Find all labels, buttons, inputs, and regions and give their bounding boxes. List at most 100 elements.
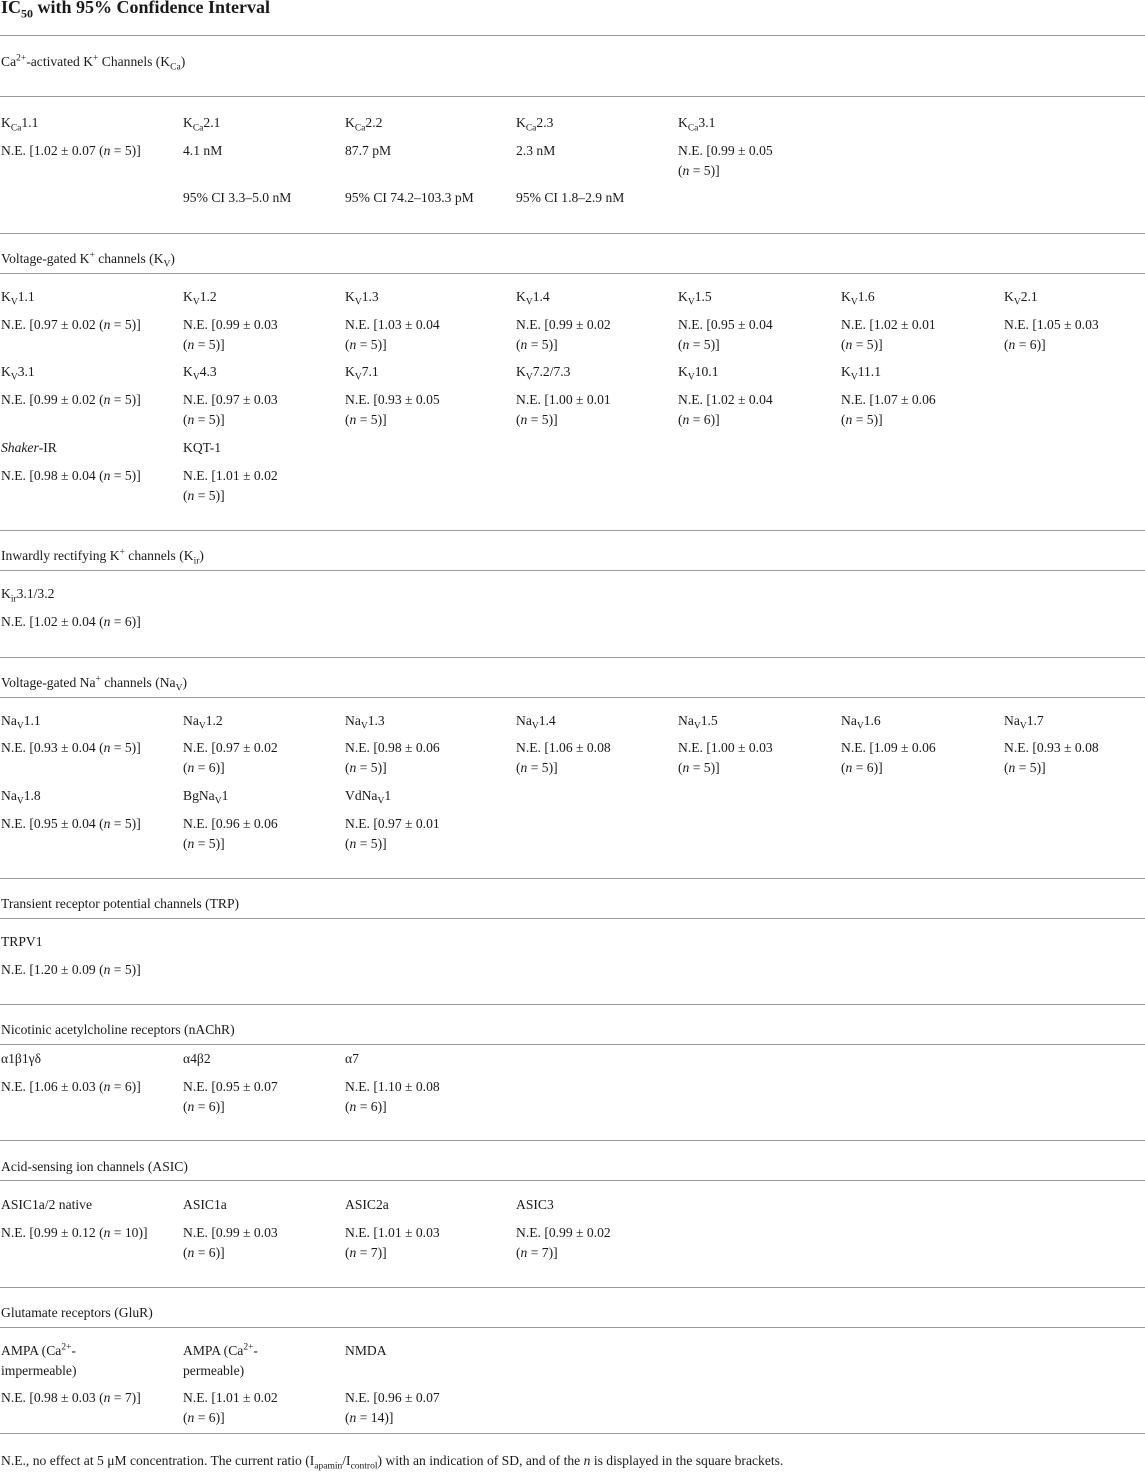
table-cell: N.E. [0.97 ± 0.01 <box>345 816 440 831</box>
table-cell: (n = 14)] <box>345 1410 394 1425</box>
section-header: Voltage-gated Na+ channels (NaV) <box>1 674 187 694</box>
table-rule <box>0 233 1145 234</box>
table-title: IC50 with 95% Confidence Interval <box>1 0 271 21</box>
table-cell: α1β1γδ <box>1 1051 42 1066</box>
table-cell: ASIC1a <box>183 1197 227 1212</box>
table-cell: (n = 6)] <box>841 760 883 775</box>
table-rule <box>0 96 1145 97</box>
table-cell: (n = 5)] <box>1004 760 1046 775</box>
table-cell: KCa2.3 <box>516 115 554 134</box>
table-cell: KCa2.2 <box>345 115 383 134</box>
table-rule <box>0 1140 1145 1141</box>
table-rule <box>0 657 1145 658</box>
table-cell: KV4.3 <box>183 364 217 383</box>
table-cell: 95% CI 74.2–103.3 pM <box>345 190 474 205</box>
table-rule <box>0 273 1145 274</box>
table-cell: KQT-1 <box>183 440 222 455</box>
table-cell: N.E. [0.93 ± 0.08 <box>1004 740 1099 755</box>
table-cell: α7 <box>345 1051 359 1066</box>
table-cell: (n = 6)] <box>183 1245 225 1260</box>
table-cell: Kir3.1/3.2 <box>1 586 55 605</box>
table-cell: N.E. [1.10 ± 0.08 <box>345 1079 440 1094</box>
table-cell: KV7.1 <box>345 364 379 383</box>
table-cell: α4β2 <box>183 1051 211 1066</box>
table-cell: (n = 5)] <box>345 337 387 352</box>
table-cell: N.E. [1.02 ± 0.04 (n = 6)] <box>1 614 141 629</box>
table-cell: (n = 6)] <box>183 760 225 775</box>
table-cell: N.E. [0.93 ± 0.04 (n = 5)] <box>1 740 141 755</box>
table-cell: NaV1.5 <box>678 713 718 732</box>
table-cell: N.E. [0.95 ± 0.04 <box>678 317 773 332</box>
table-footnote: N.E., no effect at 5 μM concentration. T… <box>1 1453 784 1472</box>
table-cell: KV11.1 <box>841 364 881 383</box>
table-cell: 95% CI 3.3–5.0 nM <box>183 190 292 205</box>
table-rule <box>0 1180 1145 1181</box>
table-cell: (n = 6)] <box>345 1099 387 1114</box>
table-cell: N.E. [1.00 ± 0.01 <box>516 392 611 407</box>
table-cell: N.E. [0.97 ± 0.03 <box>183 392 278 407</box>
table-cell: (n = 7)] <box>345 1245 387 1260</box>
table-cell: (n = 5)] <box>678 163 720 178</box>
table-cell: (n = 5)] <box>678 760 720 775</box>
table-cell: (n = 5)] <box>345 760 387 775</box>
table-cell: TRPV1 <box>1 934 43 949</box>
table-rule <box>0 878 1145 879</box>
table-cell: N.E. [1.02 ± 0.07 (n = 5)] <box>1 143 141 158</box>
table-cell: (n = 5)] <box>183 836 225 851</box>
table-cell: 87.7 pM <box>345 143 392 158</box>
table-cell: (n = 5)] <box>841 337 883 352</box>
table-rule <box>0 1004 1145 1005</box>
table-cell: BgNaV1 <box>183 788 229 807</box>
table-cell: N.E. [1.00 ± 0.03 <box>678 740 773 755</box>
table-cell: 2.3 nM <box>516 143 556 158</box>
table-cell: Shaker-IR <box>1 440 57 455</box>
table-cell: N.E. [0.99 ± 0.03 <box>183 317 278 332</box>
table-rule <box>0 1287 1145 1288</box>
table-cell: N.E. [0.99 ± 0.05 <box>678 143 773 158</box>
table-cell: ASIC2a <box>345 1197 389 1212</box>
table-rule <box>0 1433 1145 1434</box>
table-cell: KV1.3 <box>345 289 379 308</box>
section-header: Ca2+-activated K+ Channels (KCa) <box>1 53 186 73</box>
table-cell: (n = 6)] <box>183 1099 225 1114</box>
table-cell: KV1.6 <box>841 289 875 308</box>
table-cell: N.E. [1.02 ± 0.01 <box>841 317 936 332</box>
table-cell: (n = 5)] <box>841 412 883 427</box>
table-cell: N.E. [0.99 ± 0.03 <box>183 1225 278 1240</box>
table-cell: N.E. [1.01 ± 0.02 <box>183 1390 278 1405</box>
section-header: Transient receptor potential channels (T… <box>1 896 240 911</box>
table-cell: N.E. [1.01 ± 0.03 <box>345 1225 440 1240</box>
table-cell: (n = 7)] <box>516 1245 558 1260</box>
table-cell: KV7.2/7.3 <box>516 364 571 383</box>
table-rule <box>0 530 1145 531</box>
table-cell: (n = 6)] <box>678 412 720 427</box>
table-cell: N.E. [1.03 ± 0.04 <box>345 317 440 332</box>
table-cell: (n = 5)] <box>516 337 558 352</box>
table-cell: KV2.1 <box>1004 289 1038 308</box>
table-rule <box>0 570 1145 571</box>
table-cell: NaV1.7 <box>1004 713 1044 732</box>
table-cell: N.E. [1.06 ± 0.03 (n = 6)] <box>1 1079 141 1094</box>
table-rule <box>0 1327 1145 1328</box>
table-cell: KV10.1 <box>678 364 719 383</box>
table-cell: N.E. [0.99 ± 0.02 <box>516 317 611 332</box>
section-header: Glutamate receptors (GluR) <box>1 1305 153 1320</box>
table-cell: N.E. [0.99 ± 0.02 (n = 5)] <box>1 392 141 407</box>
table-cell: (n = 5)] <box>183 488 225 503</box>
table-cell: (n = 5)] <box>516 760 558 775</box>
table-cell: (n = 5)] <box>516 412 558 427</box>
table-cell: N.E. [0.96 ± 0.06 <box>183 816 278 831</box>
table-cell: N.E. [0.96 ± 0.07 <box>345 1390 440 1405</box>
section-header: Voltage-gated K+ channels (KV) <box>1 250 175 270</box>
table-cell: permeable) <box>183 1363 245 1378</box>
table-cell: NaV1.6 <box>841 713 881 732</box>
table-cell: (n = 5)] <box>345 836 387 851</box>
table-cell: KCa1.1 <box>1 115 39 134</box>
table-cell: N.E. [0.98 ± 0.06 <box>345 740 440 755</box>
table-cell: KV1.4 <box>516 289 550 308</box>
table-cell: (n = 5)] <box>183 337 225 352</box>
table-cell: NaV1.4 <box>516 713 556 732</box>
table-cell: ASIC1a/2 native <box>1 1197 92 1212</box>
table-cell: N.E. [0.99 ± 0.12 (n = 10)] <box>1 1225 148 1240</box>
table-cell: KCa3.1 <box>678 115 716 134</box>
